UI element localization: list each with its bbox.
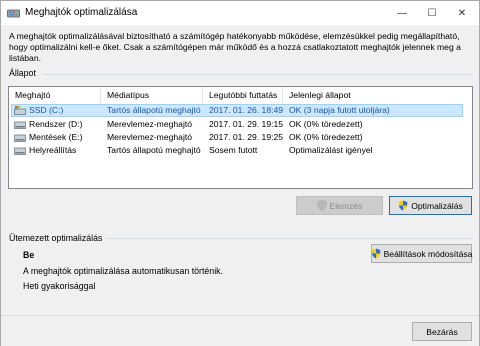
uac-shield-icon — [371, 248, 380, 259]
column-header-drive[interactable]: Meghajtó — [9, 87, 101, 104]
description-text: A meghajtók optimalizálásával biztosítha… — [9, 31, 471, 64]
last-run: 2017. 01. 29. 19:25 — [209, 132, 283, 142]
schedule-frequency: Heti gyakorisággal — [23, 281, 96, 291]
hard-drive-icon — [14, 147, 26, 155]
title-bar[interactable]: Meghajtók optimalizálása — ☐ ✕ — [1, 1, 479, 25]
optimize-label: Optimalizálás — [411, 200, 463, 211]
current-status: Optimalizálást igényel — [289, 145, 373, 155]
description-line: listában. — [9, 53, 42, 63]
description-line: hogy optimalizálni kell-e őket. Csak a s… — [9, 42, 461, 52]
media-type: Merevlemez-meghajtó — [107, 132, 193, 142]
drive-name: Helyreállítás — [29, 145, 77, 155]
media-type: Merevlemez-meghajtó — [107, 119, 193, 129]
close-button[interactable]: Bezárás — [412, 322, 472, 341]
table-row[interactable]: SSD (C:) Tartós állapotú meghajtó 2017. … — [9, 104, 472, 117]
status-separator — [43, 74, 473, 75]
current-status: OK (0% töredezett) — [289, 119, 363, 129]
minimize-button[interactable]: — — [387, 1, 417, 25]
current-status: OK (0% töredezett) — [289, 132, 363, 142]
table-row[interactable]: Helyreállítás Tartós állapotú meghajtó S… — [9, 144, 472, 157]
last-run: Sosem futott — [209, 145, 258, 155]
schedule-info: A meghajtók optimalizálása automatikusan… — [23, 266, 223, 276]
uac-shield-icon — [316, 200, 327, 211]
last-run: 2017. 01. 26. 18:49 — [209, 105, 283, 115]
media-type: Tartós állapotú meghajtó — [107, 105, 201, 115]
table-row[interactable]: Rendszer (D:) Merevlemez-meghajtó 2017. … — [9, 118, 472, 131]
change-settings-label: Beállítások módosítása — [383, 248, 473, 259]
column-header-media-type[interactable]: Médiatípus — [101, 87, 203, 104]
dialog-footer: Bezárás — [1, 315, 479, 346]
close-label: Bezárás — [426, 326, 458, 337]
table-row[interactable]: Mentések (E:) Merevlemez-meghajtó 2017. … — [9, 131, 472, 144]
analyze-button[interactable]: Elemzés — [296, 196, 383, 215]
media-type: Tartós állapotú meghajtó — [107, 145, 201, 155]
scheduled-separator — [106, 238, 473, 239]
defrag-app-icon — [7, 9, 20, 18]
change-settings-button[interactable]: Beállítások módosítása — [371, 244, 472, 263]
column-header-last-run[interactable]: Legutóbbi futtatás — [203, 87, 283, 104]
uac-shield-icon — [398, 200, 408, 211]
description-line: A meghajtók optimalizálásával biztosítha… — [9, 31, 460, 41]
analyze-label: Elemzés — [329, 200, 363, 211]
list-header: Meghajtó Médiatípus Legutóbbi futtatás J… — [9, 87, 472, 104]
hard-drive-icon — [14, 121, 26, 129]
close-window-button[interactable]: ✕ — [447, 1, 477, 25]
drive-name: SSD (C:) — [29, 105, 64, 115]
current-status: OK (3 napja futott utoljára) — [289, 105, 390, 115]
drives-list[interactable]: Meghajtó Médiatípus Legutóbbi futtatás J… — [8, 86, 473, 189]
hard-drive-icon — [14, 134, 26, 142]
optimize-button[interactable]: Optimalizálás — [389, 196, 472, 215]
window-title: Meghajtók optimalizálása — [25, 7, 138, 18]
scheduled-section-label: Ütemezett optimalizálás — [9, 233, 103, 243]
column-header-status[interactable]: Jelenlegi állapot — [283, 87, 472, 104]
last-run: 2017. 01. 29. 19:15 — [209, 119, 283, 129]
schedule-state: Be — [23, 250, 35, 260]
drive-name: Mentések (E:) — [29, 132, 83, 142]
maximize-button[interactable]: ☐ — [417, 1, 447, 25]
drive-name: Rendszer (D:) — [29, 119, 83, 129]
windows-drive-icon — [14, 106, 26, 115]
status-section-label: Állapot — [9, 68, 36, 78]
optimize-drives-window: Meghajtók optimalizálása — ☐ ✕ A meghajt… — [0, 0, 480, 346]
